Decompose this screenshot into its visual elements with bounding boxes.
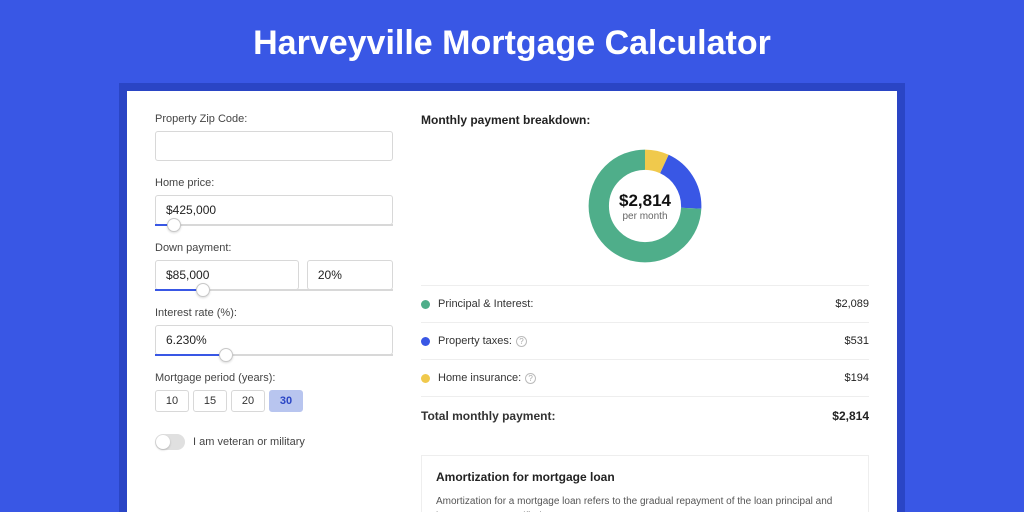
down-payment-label: Down payment:	[155, 242, 393, 254]
legend-swatch	[421, 337, 430, 346]
line-item-value: $194	[845, 372, 869, 384]
mortgage-period-label: Mortgage period (years):	[155, 372, 393, 384]
amortization-title: Amortization for mortgage loan	[436, 470, 854, 484]
donut-sub: per month	[622, 211, 667, 222]
line-item-label: Principal & Interest:	[438, 298, 835, 310]
total-label: Total monthly payment:	[421, 409, 832, 423]
line-item-value: $531	[845, 335, 869, 347]
form-panel: Property Zip Code: Home price: Down paym…	[155, 113, 393, 512]
calculator-card: Property Zip Code: Home price: Down paym…	[127, 91, 897, 512]
zip-label: Property Zip Code:	[155, 113, 393, 125]
veteran-row: I am veteran or military	[155, 434, 393, 450]
info-icon[interactable]: ?	[525, 373, 536, 384]
period-button-15[interactable]: 15	[193, 390, 227, 412]
zip-input[interactable]	[155, 131, 393, 161]
amortization-text: Amortization for a mortgage loan refers …	[436, 494, 854, 512]
line-item-label: Property taxes: ?	[438, 335, 845, 347]
home-price-slider[interactable]	[155, 224, 393, 226]
payment-donut-chart: $2,814 per month	[584, 145, 706, 267]
down-payment-input[interactable]	[155, 260, 299, 290]
mortgage-period-field: Mortgage period (years): 10152030	[155, 372, 393, 412]
total-value: $2,814	[832, 409, 869, 423]
down-payment-pct-input[interactable]	[307, 260, 393, 290]
breakdown-title: Monthly payment breakdown:	[421, 113, 869, 127]
home-price-label: Home price:	[155, 177, 393, 189]
card-outer: Property Zip Code: Home price: Down paym…	[119, 83, 905, 512]
down-payment-field: Down payment:	[155, 242, 393, 291]
donut-center: $2,814 per month	[584, 145, 706, 267]
veteran-toggle[interactable]	[155, 434, 185, 450]
interest-rate-label: Interest rate (%):	[155, 307, 393, 319]
period-row: 10152030	[155, 390, 393, 412]
line-item: Property taxes: ?$531	[421, 322, 869, 359]
legend-swatch	[421, 300, 430, 309]
period-button-10[interactable]: 10	[155, 390, 189, 412]
veteran-label: I am veteran or military	[193, 436, 305, 448]
breakdown-panel: Monthly payment breakdown: $2,814 per mo…	[421, 113, 869, 512]
slider-thumb[interactable]	[219, 348, 233, 362]
line-items: Principal & Interest:$2,089Property taxe…	[421, 285, 869, 396]
legend-swatch	[421, 374, 430, 383]
info-icon[interactable]: ?	[516, 336, 527, 347]
home-price-field: Home price:	[155, 177, 393, 226]
home-price-input[interactable]	[155, 195, 393, 225]
slider-fill	[155, 354, 226, 356]
line-item: Home insurance: ?$194	[421, 359, 869, 396]
down-payment-slider[interactable]	[155, 289, 393, 291]
interest-rate-field: Interest rate (%):	[155, 307, 393, 356]
slider-thumb[interactable]	[196, 283, 210, 297]
total-row: Total monthly payment: $2,814	[421, 396, 869, 435]
donut-wrap: $2,814 per month	[421, 137, 869, 285]
line-item: Principal & Interest:$2,089	[421, 285, 869, 322]
slider-thumb[interactable]	[167, 218, 181, 232]
period-button-20[interactable]: 20	[231, 390, 265, 412]
zip-field: Property Zip Code:	[155, 113, 393, 161]
period-button-30[interactable]: 30	[269, 390, 303, 412]
line-item-label: Home insurance: ?	[438, 372, 845, 384]
line-item-value: $2,089	[835, 298, 869, 310]
amortization-box: Amortization for mortgage loan Amortizat…	[421, 455, 869, 512]
interest-rate-slider[interactable]	[155, 354, 393, 356]
page-title: Harveyville Mortgage Calculator	[0, 0, 1024, 83]
donut-value: $2,814	[619, 191, 671, 211]
interest-rate-input[interactable]	[155, 325, 393, 355]
